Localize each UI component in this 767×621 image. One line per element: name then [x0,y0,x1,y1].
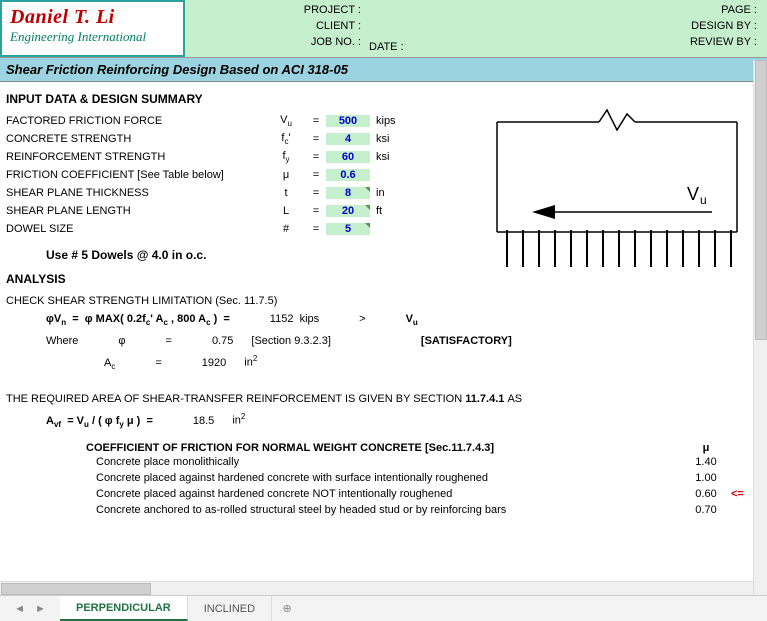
equals: = [306,169,326,181]
coef-desc: Concrete place monolithically [6,454,681,470]
input-value[interactable]: 20 [326,205,370,217]
input-unit: ft [370,205,410,217]
meta-right: PAGE : DESIGN BY : REVIEW BY : [627,0,767,57]
shear-diagram: V u [487,102,747,282]
input-value[interactable]: 500 [326,115,370,127]
vu-sub: u [700,193,707,207]
coef-val: 1.40 [681,454,731,470]
coef-row: Concrete anchored to as-rolled structura… [6,502,761,518]
where-row: Where φ = 0.75 [Section 9.3.2.3] [SATISF… [6,332,761,350]
req-text: THE REQUIRED AREA OF SHEAR-TRANSFER REIN… [6,390,462,408]
content: INPUT DATA & DESIGN SUMMARY FACTORED FRI… [0,82,767,582]
where-label: Where [46,332,78,350]
coef-desc: Concrete placed against hardened concret… [6,470,681,486]
vu-label: V [687,184,699,204]
input-unit: in [370,187,410,199]
tab-add[interactable]: ⊕ [272,596,302,621]
tab-prev-icon[interactable]: ◄ [14,603,25,615]
coef-val: 0.70 [681,502,731,518]
tab-nav[interactable]: ◄ ► [0,596,60,621]
input-label: CONCRETE STRENGTH [6,133,266,145]
design-label: DESIGN BY : [631,18,757,34]
input-symbol: L [266,205,306,217]
input-label: FACTORED FRICTION FORCE [6,115,266,127]
meta-left: PROJECT : CLIENT : JOB NO. : [185,0,365,57]
coef-row: Concrete placed against hardened concret… [6,486,761,502]
coef-val: 0.60 [681,486,731,502]
dowels [507,230,731,267]
tab-next-icon[interactable]: ► [35,603,46,615]
phi-symbol: φ [118,332,125,350]
header: Daniel T. Li Engineering International P… [0,0,767,58]
logo-name: Daniel T. Li [10,6,175,29]
tab-inclined[interactable]: INCLINED [188,596,272,621]
equals: = [306,187,326,199]
page-label: PAGE : [631,2,757,18]
equals: = [306,151,326,163]
sheet-title: Shear Friction Reinforcing Design Based … [0,58,767,82]
coef-row: Concrete place monolithically1.40 [6,454,761,470]
review-label: REVIEW BY : [631,34,757,50]
analysis-block: CHECK SHEAR STRENGTH LIMITATION (Sec. 11… [6,292,761,518]
input-symbol: Vu [266,114,306,128]
sheet-tabs: ◄ ► PERPENDICULAR INCLINED ⊕ [0,595,767,621]
input-label: REINFORCEMENT STRENGTH [6,151,266,163]
input-value[interactable]: 5 [326,223,370,235]
phi-vn-unit: kips [300,310,320,328]
input-symbol: fc' [266,132,306,146]
satisfactory: [SATISFACTORY] [421,332,512,350]
logo-subtitle: Engineering International [10,29,175,45]
date-label: DATE : [369,41,404,53]
input-unit: ksi [370,151,410,163]
phi-vn-formula: φVn = φ MAX( 0.2fc' Ac , 800 Ac ) = 1152… [6,310,761,332]
equals: = [306,115,326,127]
input-label: SHEAR PLANE THICKNESS [6,187,266,199]
coef-heading: COEFFICIENT OF FRICTION FOR NORMAL WEIGH… [6,442,761,454]
scrollbar-vertical[interactable] [753,60,767,595]
ac-value: 1920 [202,354,226,372]
coef-desc: Concrete placed against hardened concret… [6,486,681,502]
meta-mid: DATE : [365,0,627,57]
phi-vn-value: 1152 [270,310,294,328]
client-label: CLIENT : [189,18,361,34]
coef-row: Concrete placed against hardened concret… [6,470,761,486]
input-value[interactable]: 0.6 [326,169,370,181]
input-unit: ksi [370,133,410,145]
input-symbol: μ [266,169,306,181]
input-symbol: fy [266,150,306,164]
req-as: AS [507,390,522,408]
avf-value: 18.5 [193,412,214,430]
project-label: PROJECT : [189,2,361,18]
ac-row: Ac = 1920 in2 [6,350,761,376]
required-heading: THE REQUIRED AREA OF SHEAR-TRANSFER REIN… [6,390,761,408]
input-label: SHEAR PLANE LENGTH [6,205,266,217]
greater-than: > [359,310,365,328]
logo: Daniel T. Li Engineering International [0,0,185,57]
input-label: FRICTION COEFFICIENT [See Table below] [6,169,266,181]
equals: = [306,223,326,235]
input-value[interactable]: 4 [326,133,370,145]
coef-heading-text: COEFFICIENT OF FRICTION FOR NORMAL WEIGH… [6,442,681,454]
phi-value: 0.75 [212,332,233,350]
jobno-label: JOB NO. : [189,34,361,50]
equals: = [306,205,326,217]
avf-formula: Avf = Vu / ( φ fy μ ) = 18.5 in2 [6,408,761,434]
equals: = [306,133,326,145]
scrollbar-horizontal[interactable] [0,581,753,595]
coef-desc: Concrete anchored to as-rolled structura… [6,502,681,518]
coef-val: 1.00 [681,470,731,486]
input-value[interactable]: 60 [326,151,370,163]
phi-note: [Section 9.3.2.3] [251,332,331,350]
tab-perpendicular[interactable]: PERPENDICULAR [60,596,188,621]
mu-heading: μ [681,442,731,454]
input-unit: kips [370,115,410,127]
input-symbol: # [266,223,306,235]
input-value[interactable]: 8 [326,187,370,199]
input-label: DOWEL SIZE [6,223,266,235]
check-heading: CHECK SHEAR STRENGTH LIMITATION (Sec. 11… [6,292,761,310]
coef-table: COEFFICIENT OF FRICTION FOR NORMAL WEIGH… [6,442,761,518]
req-sec: 11.7.4.1 [465,390,504,408]
input-symbol: t [266,187,306,199]
